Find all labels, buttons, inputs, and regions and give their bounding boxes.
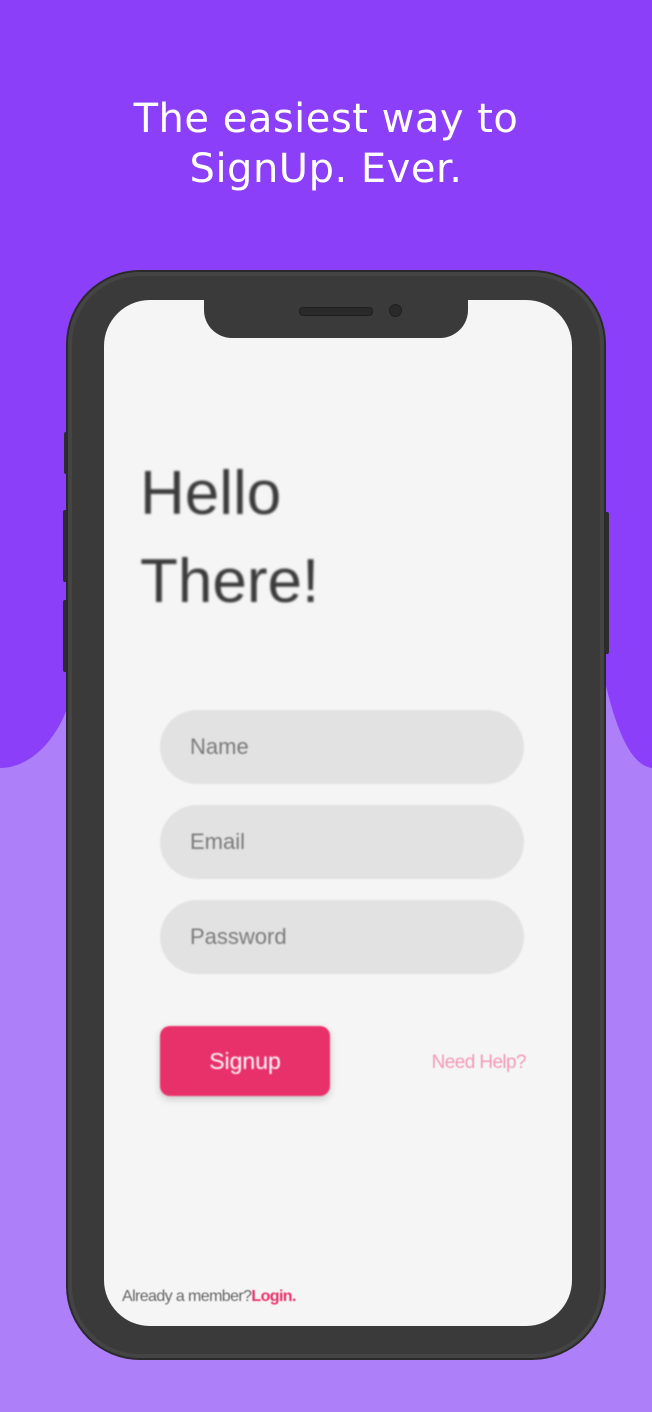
email-placeholder: Email [190,829,246,854]
greeting-title: Hello There! [140,450,319,626]
password-placeholder: Password [190,924,287,949]
headline-line-1: The easiest way to [133,96,519,142]
headline-line-2: SignUp. Ever. [189,146,463,192]
phone-screen: Hello There! Name Email Password Signup … [104,300,572,1326]
name-placeholder: Name [190,734,249,759]
need-help-link[interactable]: Need Help? [432,1052,527,1074]
name-field[interactable]: Name [160,710,524,784]
signup-button[interactable]: Signup [160,1026,330,1096]
speaker-icon [299,307,373,316]
camera-icon [389,304,402,317]
password-field[interactable]: Password [160,900,524,974]
email-field[interactable]: Email [160,805,524,879]
greeting-line-2: There! [140,547,320,616]
login-footer: Already a member?Login. [122,1288,296,1306]
login-prompt: Already a member? [122,1288,252,1305]
login-link[interactable]: Login. [251,1288,296,1305]
greeting-line-1: Hello [140,459,282,528]
signup-button-label: Signup [209,1047,281,1074]
headline: The easiest way to SignUp. Ever. [0,94,652,194]
notch [204,300,468,338]
